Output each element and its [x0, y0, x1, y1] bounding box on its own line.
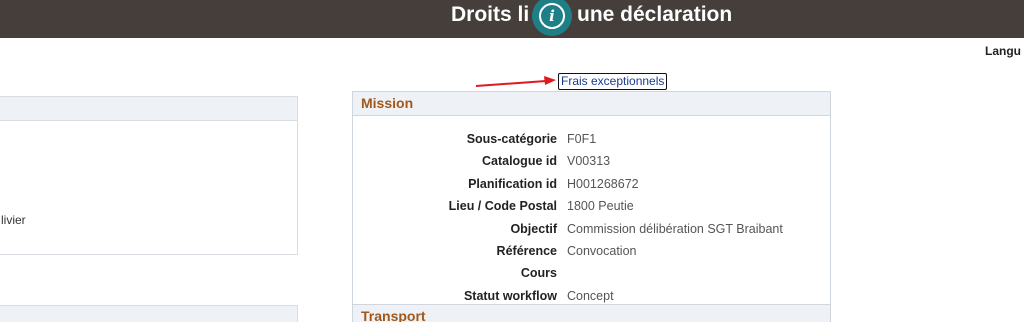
left-panel: livier	[0, 96, 298, 255]
left-panel-header	[0, 97, 297, 121]
transport-panel: Transport	[352, 304, 831, 322]
field-value: Concept	[567, 288, 614, 303]
field-value: H001268672	[567, 176, 639, 191]
field-row-sous-categorie: Sous-catégorie F0F1	[353, 130, 830, 152]
page-header: Droits li i une déclaration	[0, 0, 1024, 38]
field-label: Référence	[496, 243, 557, 258]
field-row-lieu-code-postal: Lieu / Code Postal 1800 Peutie	[353, 197, 830, 219]
info-button[interactable]: i	[532, 0, 572, 36]
language-selector[interactable]: Langu	[985, 44, 1021, 58]
transport-title: Transport	[361, 308, 426, 322]
left-panel-lower	[0, 305, 298, 322]
field-row-cours: Cours	[353, 264, 830, 286]
field-value: Commission délibération SGT Braibant	[567, 221, 783, 236]
field-label: Objectif	[510, 221, 557, 236]
arrow-head	[544, 76, 556, 85]
page-title-left: Droits li	[451, 3, 530, 26]
field-label: Statut workflow	[463, 288, 557, 303]
mission-panel: Mission Sous-catégorie F0F1 Catalogue id…	[352, 91, 831, 305]
arrow-shaft	[475, 80, 547, 87]
field-value: F0F1	[567, 132, 597, 146]
field-label: Cours	[520, 266, 557, 281]
mission-header: Mission	[353, 92, 830, 116]
field-row-planification-id: Planification id H001268672	[353, 175, 830, 197]
field-label: Catalogue id	[481, 154, 557, 169]
field-label: Planification id	[468, 176, 557, 191]
field-value: 1800 Peutie	[567, 199, 634, 214]
page-title-right: une déclaration	[577, 3, 733, 26]
field-row-reference: Référence Convocation	[353, 242, 830, 264]
left-panel-lower-header	[0, 306, 297, 322]
field-row-catalogue-id: Catalogue id V00313	[353, 152, 830, 174]
field-row-objectif: Objectif Commission délibération SGT Bra…	[353, 220, 830, 242]
frais-exceptionnels-link[interactable]: Frais exceptionnels	[558, 73, 668, 90]
red-arrow-annotation	[475, 76, 556, 87]
field-value: V00313	[567, 154, 611, 169]
field-label: Lieu / Code Postal	[448, 199, 557, 214]
field-value: Convocation	[567, 243, 637, 258]
field-label: Sous-catégorie	[466, 132, 557, 146]
info-icon: i	[539, 3, 565, 29]
transport-header: Transport	[353, 305, 830, 322]
mission-fields: Sous-catégorie F0F1 Catalogue id V00313 …	[353, 130, 830, 309]
mission-title: Mission	[361, 95, 414, 111]
left-panel-text: livier	[1, 213, 26, 227]
